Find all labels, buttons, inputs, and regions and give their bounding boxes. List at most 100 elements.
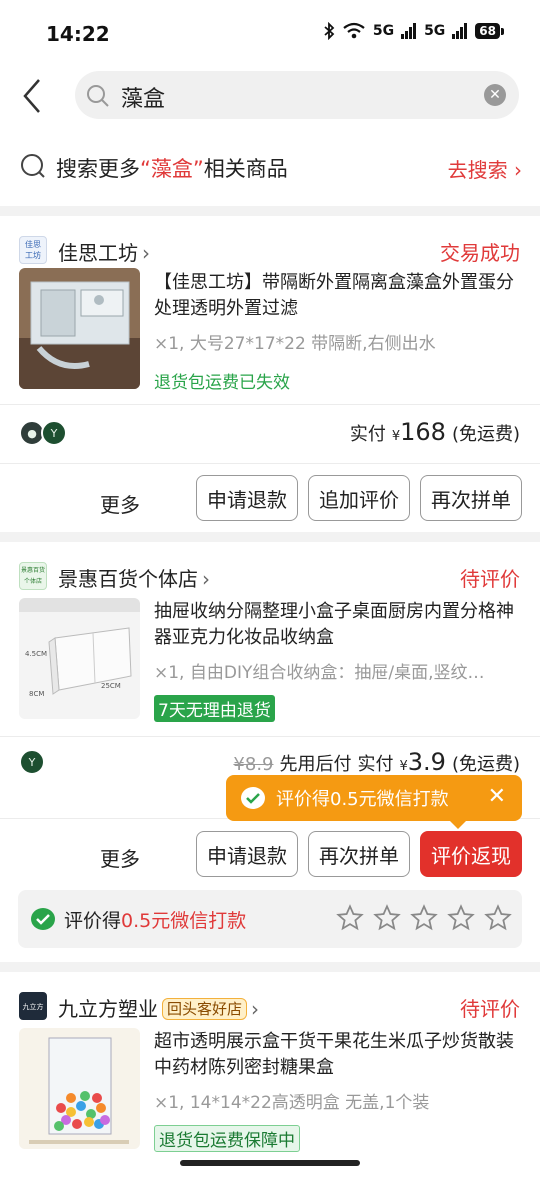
product-image[interactable]: 25CM 4.5CM 8CM [19,598,140,719]
svg-text:4.5CM: 4.5CM [25,650,47,658]
divider [0,404,540,405]
star-icon[interactable] [484,904,512,932]
shop-name: 佳思工坊 › [58,237,150,266]
search-header: 藻盒 ✕ [0,64,540,126]
order-actions: 申请退款 追加评价 再次拼单 [196,475,522,521]
svg-text:8CM: 8CM [29,690,44,698]
order-status: 待评价 [460,567,520,591]
go-search-link[interactable]: 去搜索 › [448,154,522,183]
back-button[interactable] [12,74,52,118]
tooltip-text: 评价得0.5元微信打款 [276,789,449,810]
reorder-button[interactable]: 再次拼单 [420,475,522,521]
more-link[interactable]: 更多 [100,489,140,518]
apply-refund-button[interactable]: 申请退款 [196,831,298,877]
product-spec: ×1, 大号27*17*22 带隔断,右侧出水 [154,334,436,354]
rating-stars[interactable] [336,904,512,932]
shop-row[interactable]: 九立方 九立方塑业 回头客好店 › 待评价 [0,972,540,1034]
apply-refund-button[interactable]: 申请退款 [196,475,298,521]
group-avatars: Y [19,749,45,775]
shipping-note: (免运费) [451,754,520,775]
battery-icon: 68 [475,23,504,39]
price-amount: 3.9 [407,748,446,776]
original-price: ¥8.9 [233,754,274,775]
review-prefix: 评价得 [64,910,122,932]
order-status: 待评价 [460,997,520,1021]
divider [0,736,540,737]
shop-name: 景惠百货个体店 › [58,563,210,592]
add-review-button[interactable]: 追加评价 [308,475,410,521]
currency-symbol: ¥ [391,429,401,444]
chevron-right-icon: › [251,997,260,1021]
chevron-right-icon: › [142,241,150,265]
product-spec: ×1, 14*14*22高透明盒 无盖,1个装 [154,1093,430,1113]
order-card: 九立方 九立方塑业 回头客好店 › 待评价 超市透明展示盒干货干果花生米瓜子炒货散装… [0,972,540,1177]
search-icon [21,154,45,178]
search-more-suffix: 相关商品 [203,157,288,181]
shop-name-text: 佳思工坊 [58,241,138,265]
return-shipping-note: 退货包运费已失效 [154,373,290,393]
product-image[interactable] [19,268,140,389]
price-label: 实付 [349,424,386,445]
status-bar: 14:22 5G 5G 68 [0,0,540,64]
pay-later-label: 先用后付 [279,754,352,775]
clear-search-button[interactable]: ✕ [484,84,506,106]
chevron-right-icon: › [514,158,522,182]
review-reward-text: 评价得0.5元微信打款 [64,906,246,933]
group-avatars: ● Y [19,420,67,446]
shop-row[interactable]: 景惠百货 个体店 景惠百货个体店 › 待评价 [0,542,540,604]
review-reward-tooltip[interactable]: 评价得0.5元微信打款 ✕ [226,775,522,829]
signal-icon-2 [452,23,468,39]
review-cashback-button[interactable]: 评价返现 [420,831,522,877]
network-label-1: 5G [372,23,395,39]
shop-logo: 佳思 工坊 [19,236,47,264]
wechat-pay-icon [31,908,55,930]
product-title[interactable]: 【佳思工坊】带隔断外置隔离盒藻盒外置蛋分处理透明外置过滤 [154,270,519,322]
search-more-row[interactable]: 搜索更多“藻盒”相关商品 去搜索 › [0,126,540,206]
order-status: 交易成功 [440,241,520,265]
product-photo: 25CM 4.5CM 8CM [19,598,140,719]
price-amount: 168 [400,418,446,446]
product-title[interactable]: 超市透明展示盒干货干果花生米瓜子炒货散装中药材陈列密封糖果盒 [154,1029,519,1081]
svg-text:25CM: 25CM [101,682,121,690]
reorder-button[interactable]: 再次拼单 [308,831,410,877]
chevron-left-icon [23,79,40,113]
shop-name: 九立方塑业 回头客好店 › [58,993,259,1022]
status-time: 14:22 [46,22,110,46]
search-more-prefix: 搜索更多 [56,157,140,181]
chevron-right-icon: › [202,567,210,591]
review-amount: 0.5元微信打款 [121,910,247,932]
status-icons: 5G 5G 68 [323,22,504,40]
star-icon[interactable] [447,904,475,932]
search-query: 藻盒 [121,87,166,112]
wechat-pay-icon [241,787,265,809]
product-image[interactable] [19,1028,140,1149]
search-more-keyword: “藻盒” [140,157,204,181]
avatar: Y [41,420,67,446]
star-icon[interactable] [336,904,364,932]
product-spec: ×1, 自由DIY组合收纳盒：抽屉/桌面,竖纹… [154,663,485,683]
avatar: Y [19,749,45,775]
more-link[interactable]: 更多 [100,843,140,872]
bluetooth-icon [324,22,335,40]
star-icon[interactable] [373,904,401,932]
divider [0,463,540,464]
return-policy-tag: 7天无理由退货 [154,695,275,722]
network-label-2: 5G [424,23,446,39]
search-input[interactable]: 藻盒 ✕ [75,71,519,119]
wifi-icon [343,22,365,39]
product-photo [19,268,140,389]
search-more-text: 搜索更多“藻盒”相关商品 [56,153,288,183]
product-title[interactable]: 抽屉收纳分隔整理小盒子桌面厨房内置分格神器亚克力化妆品收纳盒 [154,599,519,651]
price-label: 实付 [357,754,394,775]
price-row: 实付 ¥168 (免运费) [350,418,520,446]
close-icon[interactable]: ✕ [488,784,506,809]
repeat-customer-badge: 回头客好店 [162,998,248,1020]
order-card: 景惠百货 个体店 景惠百货个体店 › 待评价 25CM 4.5CM 8CM 抽屉收纳… [0,542,540,962]
product-photo [19,1028,140,1149]
order-actions: 申请退款 再次拼单 评价返现 [196,831,522,877]
review-reward-bar: 评价得0.5元微信打款 [18,890,522,948]
home-indicator [180,1160,360,1166]
shop-logo: 九立方 [19,992,47,1020]
go-search-label: 去搜索 [447,158,508,182]
star-icon[interactable] [410,904,438,932]
